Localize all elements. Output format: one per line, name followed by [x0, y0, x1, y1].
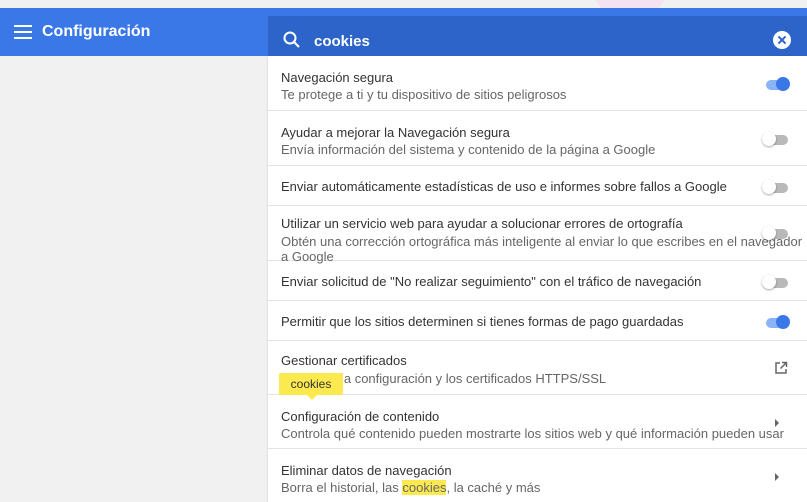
chevron-right-icon[interactable]	[775, 419, 779, 427]
setting-row-spellcheck[interactable]: Utilizar un servicio web para ayudar a s…	[268, 206, 807, 264]
open-in-new-icon[interactable]	[774, 361, 788, 375]
hamburger-menu-icon[interactable]	[14, 21, 32, 43]
setting-title: Utilizar un servicio web para ayudar a s…	[281, 216, 683, 231]
top-app-bar: Configuración	[0, 8, 807, 64]
setting-description: Controla qué contenido pueden mostrarte …	[281, 426, 784, 441]
clear-search-icon[interactable]	[773, 31, 791, 49]
improve-safe-browsing-toggle[interactable]	[762, 131, 790, 146]
setting-row-content-settings[interactable]: Configuración de contenido Controla qué …	[268, 395, 807, 449]
setting-row-manage-certificates[interactable]: Gestionar certificados Gestionar la conf…	[268, 341, 807, 395]
chevron-right-icon[interactable]	[775, 473, 779, 481]
setting-description: Te protege a ti y tu dispositivo de siti…	[281, 87, 567, 102]
usage-stats-toggle[interactable]	[762, 179, 790, 194]
sidebar	[0, 56, 268, 502]
setting-row-payment-methods[interactable]: Permitir que los sitios determinen si ti…	[268, 301, 807, 341]
payment-methods-toggle[interactable]	[762, 314, 790, 329]
search-match-highlight: cookies	[402, 480, 447, 495]
search-hit-bubble: cookies	[279, 373, 343, 400]
setting-row-clear-browsing-data[interactable]: Eliminar datos de navegación Borra el hi…	[268, 449, 807, 502]
settings-card: Navegación segura Te protege a ti y tu d…	[268, 56, 807, 502]
setting-title: Ayudar a mejorar la Navegación segura	[281, 125, 510, 140]
safe-browsing-toggle[interactable]	[762, 76, 790, 91]
setting-description: Envía información del sistema y contenid…	[281, 142, 656, 157]
setting-title: Permitir que los sitios determinen si ti…	[281, 314, 684, 329]
setting-description: Borra el historial, las cookies, la cach…	[281, 480, 541, 495]
search-icon	[283, 31, 300, 48]
setting-title: Enviar solicitud de "No realizar seguimi…	[281, 274, 702, 289]
setting-row-do-not-track[interactable]: Enviar solicitud de "No realizar seguimi…	[268, 261, 807, 301]
spellcheck-toggle[interactable]	[762, 225, 790, 240]
setting-title: Eliminar datos de navegación	[281, 463, 452, 478]
setting-title: Enviar automáticamente estadísticas de u…	[281, 179, 727, 194]
setting-description: Obtén una corrección ortográfica más int…	[281, 234, 803, 264]
setting-row-improve-safe-browsing[interactable]: Ayudar a mejorar la Navegación segura En…	[268, 111, 807, 166]
setting-title: Gestionar certificados	[281, 353, 407, 368]
setting-row-safe-browsing[interactable]: Navegación segura Te protege a ti y tu d…	[268, 56, 807, 111]
setting-title: Navegación segura	[281, 70, 394, 85]
search-input[interactable]	[312, 28, 736, 54]
setting-title: Configuración de contenido	[281, 409, 440, 424]
do-not-track-toggle[interactable]	[762, 274, 790, 289]
page-title: Configuración	[42, 23, 151, 40]
setting-row-usage-stats[interactable]: Enviar automáticamente estadísticas de u…	[268, 166, 807, 206]
